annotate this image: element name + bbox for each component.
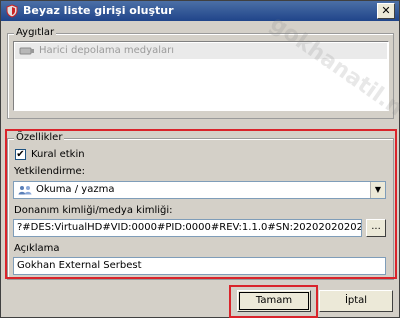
devices-group-title: Aygıtlar (14, 27, 57, 38)
devices-list[interactable]: Harici depolama medyaları (13, 41, 389, 111)
ok-button[interactable]: Tamam (237, 290, 311, 312)
cancel-button[interactable]: İptal (319, 290, 393, 312)
title-bar[interactable]: Beyaz liste girişi oluştur ✕ (1, 1, 399, 21)
properties-highlight-frame (5, 129, 397, 279)
dialog-window: Beyaz liste girişi oluştur ✕ Aygıtlar Ha… (0, 0, 400, 318)
usb-drive-icon (19, 46, 35, 56)
window-title: Beyaz liste girişi oluştur (23, 4, 174, 17)
device-list-item[interactable]: Harici depolama medyaları (15, 43, 387, 59)
app-shield-icon (5, 4, 19, 18)
device-label: Harici depolama medyaları (39, 45, 174, 56)
close-button[interactable]: ✕ (377, 3, 395, 19)
